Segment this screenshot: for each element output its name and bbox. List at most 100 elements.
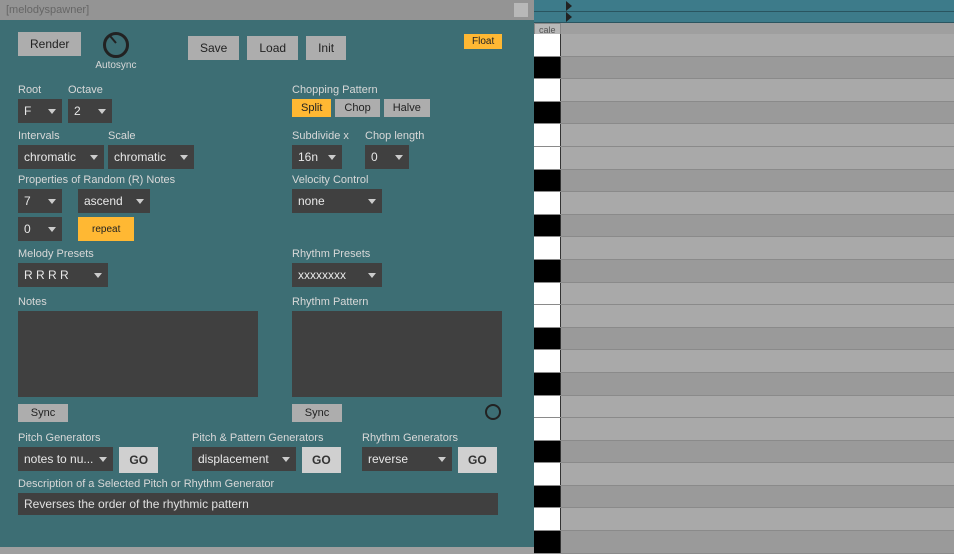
timeline-bar-2[interactable] — [534, 12, 954, 23]
pitch-gen-go-button[interactable]: GO — [119, 447, 158, 473]
piano-key-white[interactable] — [534, 124, 561, 146]
chevron-down-icon — [48, 227, 56, 232]
render-button[interactable]: Render — [18, 32, 81, 56]
autosync-dial[interactable] — [103, 32, 129, 58]
rhythm-gen-select[interactable]: reverse — [362, 447, 452, 471]
chevron-down-icon — [99, 457, 107, 462]
piano-key-white[interactable] — [534, 350, 561, 372]
close-icon[interactable] — [514, 3, 528, 17]
piano-rows[interactable] — [534, 34, 954, 547]
titlebar[interactable]: [melodyspawner] — [0, 0, 534, 20]
pitch-gen-label: Pitch Generators — [18, 432, 158, 444]
piano-key-black[interactable] — [534, 102, 561, 124]
octave-select[interactable]: 2 — [68, 99, 112, 123]
velocity-select[interactable]: none — [292, 189, 382, 213]
piano-key-white[interactable] — [534, 305, 561, 327]
chevron-down-icon — [180, 155, 188, 160]
rhythm-pattern-label: Rhythm Pattern — [292, 296, 502, 308]
notes-label: Notes — [18, 296, 258, 308]
description-box: Reverses the order of the rhythmic patte… — [18, 493, 498, 515]
chopping-label: Chopping Pattern — [292, 84, 430, 96]
load-button[interactable]: Load — [247, 36, 298, 60]
chevron-down-icon — [395, 155, 403, 160]
piano-key-black[interactable] — [534, 531, 561, 553]
window-title: [melodyspawner] — [6, 4, 89, 16]
choplen-select[interactable]: 0 — [365, 145, 409, 169]
rhythm-sync-button[interactable]: Sync — [292, 404, 342, 422]
piano-key-white[interactable] — [534, 396, 561, 418]
chevron-down-icon — [438, 457, 446, 462]
chevron-down-icon — [282, 457, 290, 462]
rhythm-pattern-textarea[interactable] — [292, 311, 502, 397]
chevron-down-icon — [48, 199, 56, 204]
chopping-halve-button[interactable]: Halve — [384, 99, 430, 117]
intervals-select[interactable]: chromatic — [18, 145, 104, 169]
subdivide-select[interactable]: 16n — [292, 145, 342, 169]
float-button[interactable]: Float — [464, 34, 502, 49]
subdivide-label: Subdivide x — [292, 130, 349, 142]
chevron-down-icon — [328, 155, 336, 160]
piano-key-black[interactable] — [534, 373, 561, 395]
piano-key-white[interactable] — [534, 192, 561, 214]
root-label: Root — [18, 84, 62, 96]
chopping-segment: Split Chop Halve — [292, 99, 430, 117]
notes-textarea[interactable] — [18, 311, 258, 397]
randnotes-offset-select[interactable]: 0 — [18, 217, 62, 241]
rhythm-presets-select[interactable]: xxxxxxxx — [292, 263, 382, 287]
octave-label: Octave — [68, 84, 112, 96]
piano-key-white[interactable] — [534, 237, 561, 259]
pp-gen-label: Pitch & Pattern Generators — [192, 432, 341, 444]
piano-key-black[interactable] — [534, 215, 561, 237]
save-button[interactable]: Save — [188, 36, 239, 60]
piano-key-white[interactable] — [534, 418, 561, 440]
pp-gen-go-button[interactable]: GO — [302, 447, 341, 473]
piano-roll-area: cale — [534, 0, 954, 547]
piano-key-black[interactable] — [534, 328, 561, 350]
piano-key-white[interactable] — [534, 34, 561, 56]
melodyspawner-panel: [melodyspawner] Render Autosync Save Loa… — [0, 0, 534, 547]
piano-key-white[interactable] — [534, 508, 561, 530]
circle-indicator-icon — [485, 404, 501, 420]
piano-key-black[interactable] — [534, 170, 561, 192]
randnotes-direction-select[interactable]: ascend — [78, 189, 150, 213]
melody-presets-label: Melody Presets — [18, 248, 108, 260]
chevron-down-icon — [136, 199, 144, 204]
piano-key-black[interactable] — [534, 486, 561, 508]
piano-key-white[interactable] — [534, 147, 561, 169]
melody-presets-select[interactable]: R R R R — [18, 263, 108, 287]
piano-key-black[interactable] — [534, 57, 561, 79]
rhythm-gen-go-button[interactable]: GO — [458, 447, 497, 473]
notes-sync-button[interactable]: Sync — [18, 404, 68, 422]
choplen-label: Chop length — [365, 130, 424, 142]
chevron-down-icon — [94, 273, 102, 278]
playhead-marker-icon — [566, 1, 572, 11]
scale-label: Scale — [108, 130, 194, 142]
pp-gen-select[interactable]: displacement — [192, 447, 296, 471]
chevron-down-icon — [98, 109, 106, 114]
piano-key-white[interactable] — [534, 283, 561, 305]
randnotes-label: Properties of Random (R) Notes — [18, 174, 175, 186]
description-label: Description of a Selected Pitch or Rhyth… — [18, 478, 498, 490]
rhythm-presets-label: Rhythm Presets — [292, 248, 382, 260]
repeat-button[interactable]: repeat — [78, 217, 134, 241]
velocity-label: Velocity Control — [292, 174, 382, 186]
piano-key-black[interactable] — [534, 441, 561, 463]
root-select[interactable]: F — [18, 99, 62, 123]
chevron-down-icon — [90, 155, 98, 160]
piano-key-white[interactable] — [534, 79, 561, 101]
chevron-down-icon — [48, 109, 56, 114]
piano-key-black[interactable] — [534, 260, 561, 282]
scale-select[interactable]: chromatic — [108, 145, 194, 169]
chopping-split-button[interactable]: Split — [292, 99, 331, 117]
autosync-label: Autosync — [95, 60, 136, 71]
intervals-label: Intervals — [18, 130, 104, 142]
playhead-marker-icon — [566, 12, 572, 22]
chevron-down-icon — [368, 199, 376, 204]
timeline-bar-1[interactable] — [534, 0, 954, 12]
chopping-chop-button[interactable]: Chop — [335, 99, 379, 117]
piano-key-white[interactable] — [534, 463, 561, 485]
randnotes-count-select[interactable]: 7 — [18, 189, 62, 213]
pitch-gen-select[interactable]: notes to nu... — [18, 447, 113, 471]
chevron-down-icon — [368, 273, 376, 278]
init-button[interactable]: Init — [306, 36, 346, 60]
